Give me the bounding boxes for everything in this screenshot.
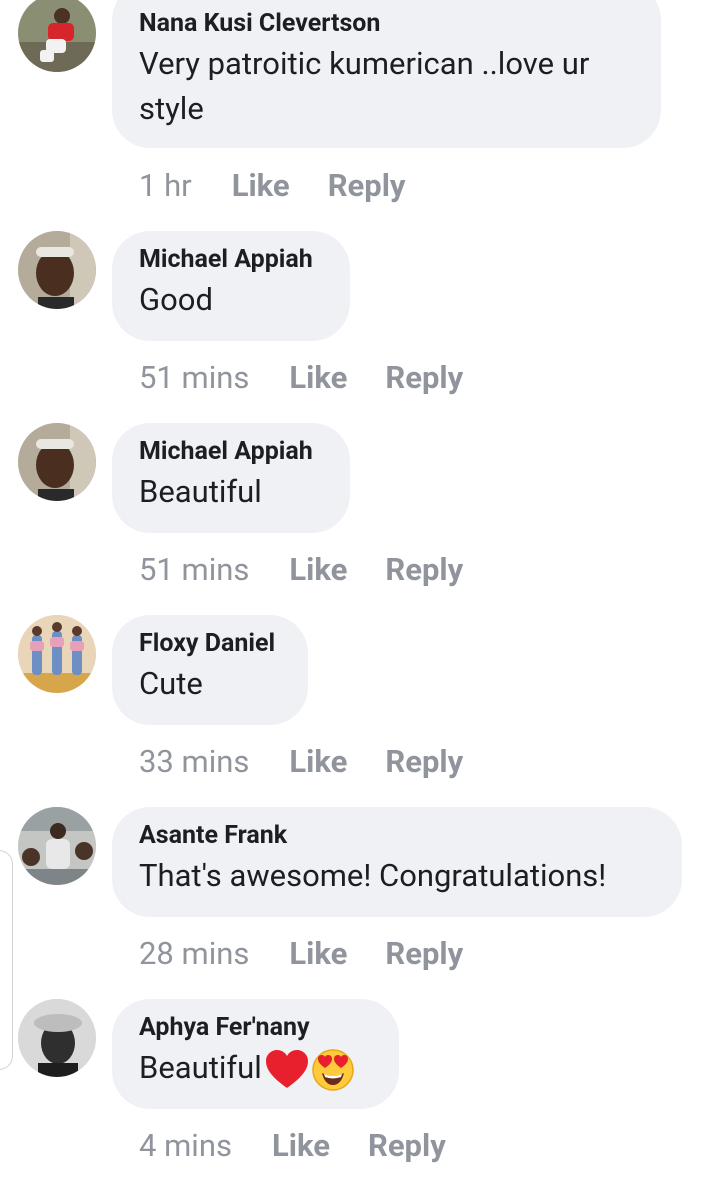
avatar[interactable] (18, 423, 96, 501)
comment-bubble: Floxy Daniel Cute (112, 615, 308, 725)
like-button[interactable]: Like (289, 934, 347, 974)
comment-actions: 51 mins Like Reply (139, 358, 463, 398)
comment-author[interactable]: Michael Appiah (139, 437, 323, 467)
like-button[interactable]: Like (289, 550, 347, 590)
avatar[interactable] (18, 615, 96, 693)
reply-button[interactable]: Reply (368, 1126, 446, 1166)
side-sheet-edge[interactable] (0, 850, 13, 1070)
comment-actions: 51 mins Like Reply (139, 550, 463, 590)
comment-timestamp: 51 mins (139, 551, 250, 588)
like-button[interactable]: Like (232, 166, 290, 206)
comment-text: Beautiful (139, 1045, 372, 1091)
reply-button[interactable]: Reply (385, 742, 463, 782)
comment-text: Beautiful (139, 473, 262, 510)
comment-actions: 1 hr Like Reply (139, 166, 406, 206)
comment-bubble: Michael Appiah Beautiful (112, 423, 350, 533)
comment: Asante Frank That's awesome! Congratulat… (0, 807, 720, 999)
comment: Michael Appiah Beautiful 51 mins Like Re… (0, 423, 720, 615)
avatar[interactable] (18, 999, 96, 1077)
heart-eyes-face-icon (312, 1049, 354, 1091)
like-button[interactable]: Like (272, 1126, 330, 1166)
comment-text: Good (139, 281, 213, 318)
comment-author[interactable]: Michael Appiah (139, 245, 323, 275)
comment-timestamp: 4 mins (139, 1127, 232, 1164)
comment-author[interactable]: Floxy Daniel (139, 629, 281, 659)
comment: Nana Kusi Clevertson Very patroitic kume… (0, 0, 720, 204)
comment-timestamp: 28 mins (139, 935, 250, 972)
like-button[interactable]: Like (289, 358, 347, 398)
comment-bubble: Aphya Fer'nany Beautiful (112, 999, 399, 1109)
comment: Floxy Daniel Cute 33 mins Like Reply (0, 615, 720, 807)
red-heart-icon (265, 1049, 308, 1090)
comment: Aphya Fer'nany Beautiful 4 mins Like Rep… (0, 999, 720, 1191)
avatar[interactable] (18, 231, 96, 309)
reply-button[interactable]: Reply (385, 358, 463, 398)
reply-button[interactable]: Reply (328, 166, 406, 206)
comment-bubble: Asante Frank That's awesome! Congratulat… (112, 807, 682, 917)
avatar[interactable] (18, 807, 96, 885)
comment-feed: Nana Kusi Clevertson Very patroitic kume… (0, 0, 720, 1164)
comment: Michael Appiah Good 51 mins Like Reply (0, 231, 720, 423)
reply-button[interactable]: Reply (385, 934, 463, 974)
comment-author[interactable]: Nana Kusi Clevertson (139, 9, 634, 39)
comment-timestamp: 1 hr (139, 167, 192, 204)
comment-actions: 4 mins Like Reply (139, 1126, 446, 1166)
comment-timestamp: 33 mins (139, 743, 250, 780)
comment-text: Cute (139, 665, 203, 702)
comment-bubble: Michael Appiah Good (112, 231, 350, 341)
avatar[interactable] (18, 0, 96, 72)
comment-bubble: Nana Kusi Clevertson Very patroitic kume… (112, 0, 661, 148)
comment-actions: 33 mins Like Reply (139, 742, 463, 782)
comment-actions: 28 mins Like Reply (139, 934, 463, 974)
comment-author[interactable]: Aphya Fer'nany (139, 1013, 372, 1043)
reply-button[interactable]: Reply (385, 550, 463, 590)
comment-timestamp: 51 mins (139, 359, 250, 396)
comment-text: That's awesome! Congratulations! (139, 857, 607, 894)
comment-author[interactable]: Asante Frank (139, 821, 655, 851)
like-button[interactable]: Like (289, 742, 347, 782)
comment-text-value: Beautiful (139, 1049, 262, 1086)
comment-text: Very patroitic kumerican ..love ur style (139, 45, 590, 127)
